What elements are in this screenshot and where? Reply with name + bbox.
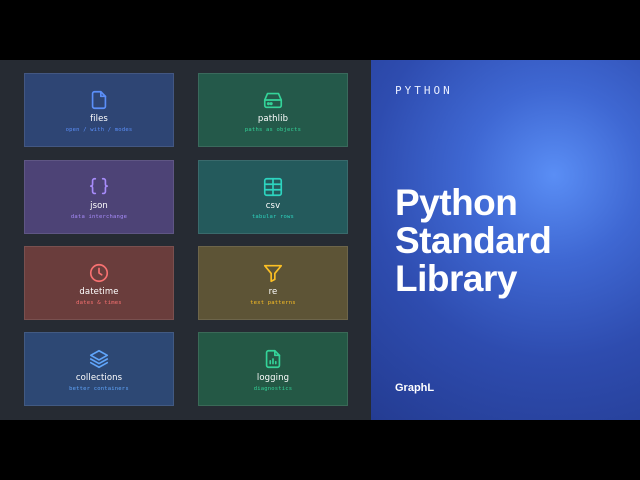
report-icon bbox=[265, 349, 281, 369]
card-subtitle: paths as objects bbox=[244, 127, 302, 133]
card-title: logging bbox=[256, 373, 290, 383]
card-title: collections bbox=[75, 373, 123, 383]
headline-line: Standard bbox=[395, 220, 552, 261]
table-icon bbox=[263, 177, 283, 197]
card-title: re bbox=[268, 287, 278, 297]
card-subtitle: text patterns bbox=[250, 300, 296, 306]
card-subtitle: better containers bbox=[69, 386, 129, 392]
card-title: datetime bbox=[79, 287, 119, 297]
headline-line: Library bbox=[395, 258, 517, 299]
card-title: json bbox=[90, 201, 108, 211]
clock-icon bbox=[89, 263, 109, 283]
module-grid: files open / with / modes pathlib paths … bbox=[0, 60, 371, 420]
filter-icon bbox=[263, 264, 283, 283]
eyebrow-label: PYTHON bbox=[395, 84, 453, 97]
card-json: json data interchange bbox=[24, 160, 174, 234]
layers-icon bbox=[89, 349, 109, 369]
card-pathlib: pathlib paths as objects bbox=[198, 73, 348, 147]
card-collections: collections better containers bbox=[24, 332, 174, 406]
drive-icon bbox=[263, 92, 283, 109]
headline-line: Python bbox=[395, 182, 518, 223]
braces-icon bbox=[89, 177, 109, 195]
card-title: files bbox=[90, 114, 108, 124]
card-title: pathlib bbox=[257, 114, 289, 124]
card-datetime: datetime dates & times bbox=[24, 246, 174, 320]
file-icon bbox=[91, 90, 107, 110]
headline: Python Standard Library bbox=[395, 182, 552, 299]
card-subtitle: open / with / modes bbox=[65, 127, 133, 133]
card-csv: csv tabular rows bbox=[198, 160, 348, 234]
hero-panel: PYTHON Python Standard Library GraphL bbox=[371, 60, 640, 420]
card-logging: logging diagnostics bbox=[198, 332, 348, 406]
brand-name: GraphL bbox=[395, 382, 435, 394]
card-subtitle: tabular rows bbox=[251, 214, 295, 220]
card-subtitle: dates & times bbox=[76, 300, 122, 306]
card-subtitle: data interchange bbox=[70, 214, 128, 220]
card-subtitle: diagnostics bbox=[253, 386, 293, 392]
slide: files open / with / modes pathlib paths … bbox=[0, 60, 640, 420]
card-files: files open / with / modes bbox=[24, 73, 174, 147]
card-title: csv bbox=[265, 201, 281, 211]
card-re: re text patterns bbox=[198, 246, 348, 320]
